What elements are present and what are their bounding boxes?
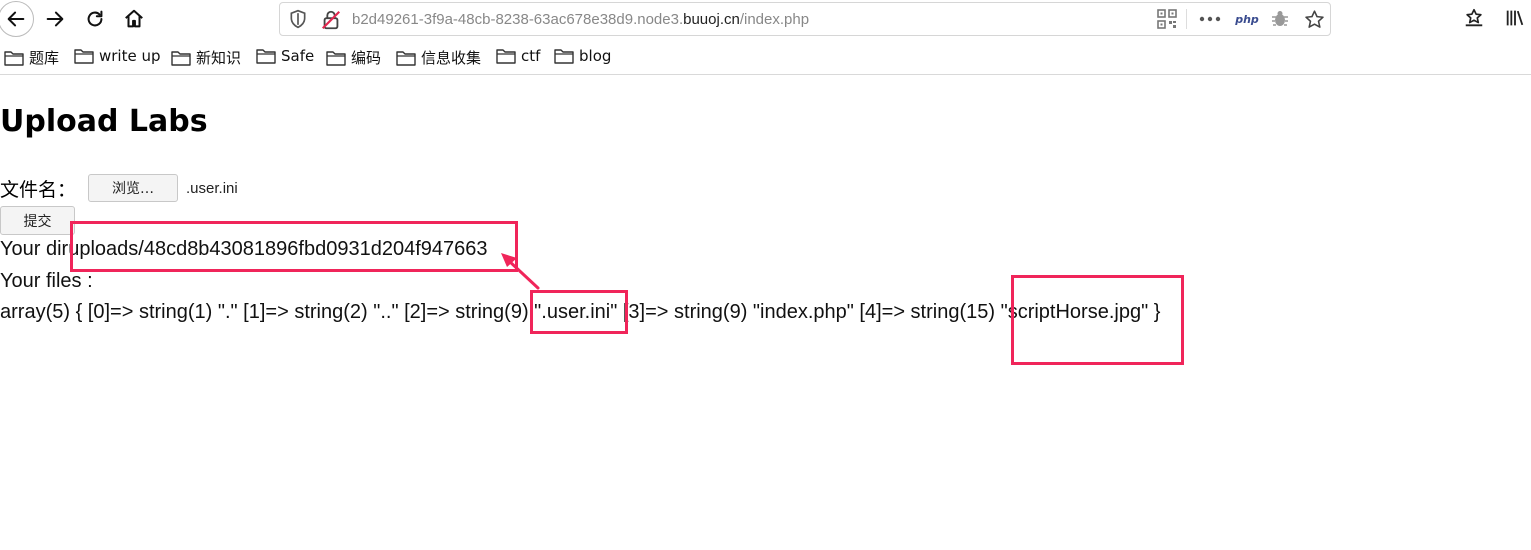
bookmark-folder[interactable]: write up <box>74 47 161 65</box>
bookmark-label: Safe <box>281 47 315 65</box>
dump-part-1: array(5) { [0]=> string(1) "." [1]=> str… <box>0 301 535 323</box>
folder-icon <box>256 49 276 64</box>
library-icon <box>1506 10 1524 26</box>
back-button[interactable] <box>0 1 34 37</box>
folder-icon <box>74 49 94 64</box>
highlight-box-scripthorse <box>1011 275 1184 365</box>
bookmark-folder[interactable]: Safe <box>256 47 314 65</box>
browse-button[interactable]: 浏览… <box>88 174 179 202</box>
dump-part-2: [3]=> string(9) "index.php" [4]=> string… <box>617 301 1001 323</box>
home-button[interactable] <box>117 2 151 36</box>
files-label: Your files : <box>0 270 93 292</box>
url-domain: buuoj.cn <box>683 11 740 28</box>
downloads-button[interactable] <box>1461 6 1487 30</box>
folder-icon <box>496 49 516 64</box>
folder-icon <box>4 50 24 66</box>
dir-prefix: Your dir <box>0 238 69 260</box>
folder-icon <box>396 50 416 66</box>
bookmark-folder[interactable]: ctf <box>496 47 540 65</box>
bookmark-folder[interactable]: 题库 <box>4 47 59 68</box>
address-bar[interactable]: b2d49261-3f9a-48cb-8238-63ac678e38d9.nod… <box>279 2 1331 36</box>
bookmark-label: ctf <box>521 47 541 65</box>
arrow-left-icon <box>7 11 25 27</box>
bookmark-label: 题库 <box>29 49 60 67</box>
urlbar-separator <box>1186 9 1187 29</box>
bug-extension-button[interactable] <box>1268 8 1292 30</box>
star-icon <box>1304 9 1324 28</box>
qr-code-button[interactable] <box>1155 8 1179 30</box>
reload-button[interactable] <box>78 2 112 36</box>
folder-icon <box>554 49 574 64</box>
bookmark-star-button[interactable] <box>1302 8 1326 30</box>
bookmark-label: 编码 <box>351 49 382 67</box>
bookmark-folder[interactable]: blog <box>554 47 611 65</box>
home-icon <box>125 9 143 28</box>
bookmark-label: write up <box>99 47 161 65</box>
url-prefix: b2d49261-3f9a-48cb-8238-63ac678e38d9.nod… <box>352 11 684 28</box>
bookmarks-toolbar: 题库 write up 新知识 Safe 编码 信息收集 ctf blog <box>0 44 1531 72</box>
url-text[interactable]: b2d49261-3f9a-48cb-8238-63ac678e38d9.nod… <box>352 11 809 28</box>
bookmark-label: 新知识 <box>196 49 242 67</box>
insecure-lock-icon[interactable] <box>320 9 342 31</box>
folder-icon <box>171 50 191 66</box>
more-dots-icon <box>1199 16 1221 22</box>
bug-icon <box>1272 11 1288 26</box>
url-path: /index.php <box>739 11 810 28</box>
forward-button[interactable] <box>38 2 72 36</box>
reload-icon <box>87 10 103 27</box>
php-extension-badge[interactable]: php <box>1232 8 1262 30</box>
selected-file-name: .user.ini <box>186 179 238 197</box>
bookmark-folder[interactable]: 信息收集 <box>396 47 481 68</box>
bookmark-folder[interactable]: 新知识 <box>171 47 241 68</box>
highlight-box-user-ini <box>530 290 628 334</box>
arrow-right-icon <box>46 11 64 27</box>
bookmark-folder[interactable]: 编码 <box>326 47 381 68</box>
browser-toolbar: b2d49261-3f9a-48cb-8238-63ac678e38d9.nod… <box>0 0 1531 40</box>
bookmark-label: blog <box>579 47 612 65</box>
toolbar-divider <box>0 74 1531 75</box>
file-name-label: 文件名： <box>0 178 77 201</box>
submit-button[interactable]: 提交 <box>0 206 75 235</box>
shield-icon[interactable] <box>288 9 308 29</box>
folder-icon <box>326 50 346 66</box>
page-actions-button[interactable] <box>1197 8 1223 30</box>
page-title: Upload Labs <box>0 104 208 139</box>
star-tray-icon <box>1465 8 1483 27</box>
bookmark-label: 信息收集 <box>421 49 482 67</box>
library-button[interactable] <box>1502 6 1528 30</box>
qr-code-icon <box>1157 9 1177 29</box>
upload-form-row: 文件名： 浏览… .user.ini <box>0 174 238 202</box>
annotation-arrow-icon <box>501 253 540 290</box>
highlight-box-dir <box>70 221 518 272</box>
